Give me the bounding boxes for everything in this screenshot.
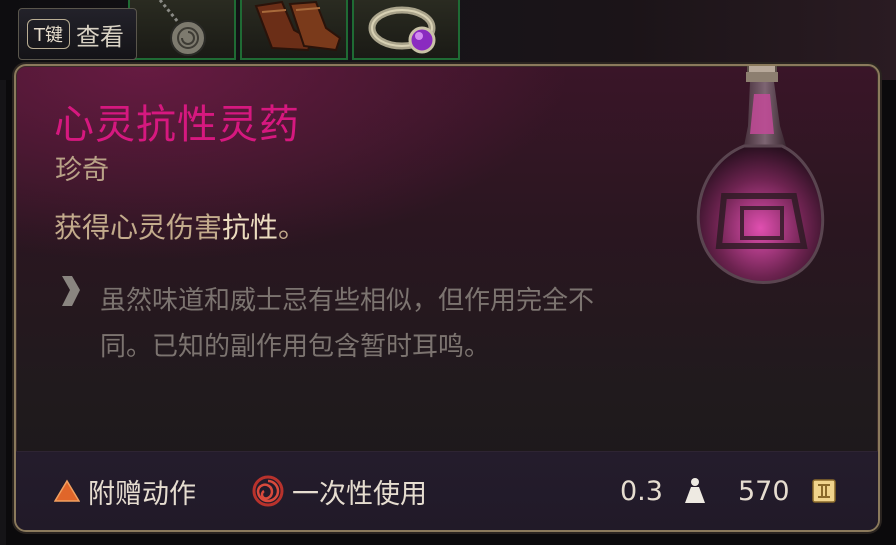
single-use-label: 一次性使用 bbox=[292, 478, 427, 510]
gold-value: 570 bbox=[738, 475, 790, 507]
bonus-action-label: 附赠动作 bbox=[88, 478, 196, 510]
amulet-icon bbox=[158, 0, 206, 56]
gold-value-stat: 570 bbox=[738, 452, 838, 530]
single-use-tag[interactable]: 一次性使用 bbox=[252, 452, 427, 530]
flavor-text: 虽然味道和威士忌有些相似，但作用完全不同。已知的副作用包含暂时耳鸣。 bbox=[100, 286, 595, 362]
boots-icon bbox=[254, 0, 342, 52]
bonus-action-triangle-icon bbox=[54, 479, 80, 502]
gold-coin-icon bbox=[811, 479, 836, 503]
left-panel-edge bbox=[0, 80, 6, 545]
single-use-spiral-icon bbox=[252, 475, 284, 507]
keybind-key: T键 bbox=[27, 19, 70, 49]
item-tooltip: 心灵抗性灵药 珍奇 获得心灵伤害抗性。 虽然味道和威士忌有些相似，但作用完全不同… bbox=[14, 64, 880, 532]
potion-bottle-icon bbox=[696, 66, 825, 284]
inventory-slot-amulet[interactable] bbox=[128, 0, 236, 60]
item-effect: 获得心灵伤害抗性。 bbox=[54, 206, 306, 246]
item-title: 心灵抗性灵药 bbox=[54, 102, 300, 148]
effect-text: 获得心灵伤害 bbox=[54, 211, 223, 244]
weight-value: 0.3 bbox=[620, 475, 663, 507]
tooltip-footer: 附赠动作 一次性使用 0.3 570 bbox=[16, 451, 878, 530]
ring-icon bbox=[368, 6, 436, 54]
inventory-slot-boots[interactable] bbox=[240, 0, 348, 60]
item-rarity: 珍奇 bbox=[55, 155, 109, 186]
quote-icon bbox=[62, 276, 80, 306]
bonus-action-tag[interactable]: 附赠动作 bbox=[54, 452, 196, 530]
effect-keyword[interactable]: 抗性 bbox=[222, 211, 278, 244]
inventory-slot-ring[interactable] bbox=[352, 0, 460, 60]
effect-suffix: 。 bbox=[278, 211, 307, 244]
weight-icon bbox=[684, 478, 705, 503]
weight-stat: 0.3 bbox=[620, 452, 709, 530]
examine-label: 查看 bbox=[76, 22, 124, 51]
examine-hint[interactable]: T键 查看 bbox=[18, 8, 137, 60]
